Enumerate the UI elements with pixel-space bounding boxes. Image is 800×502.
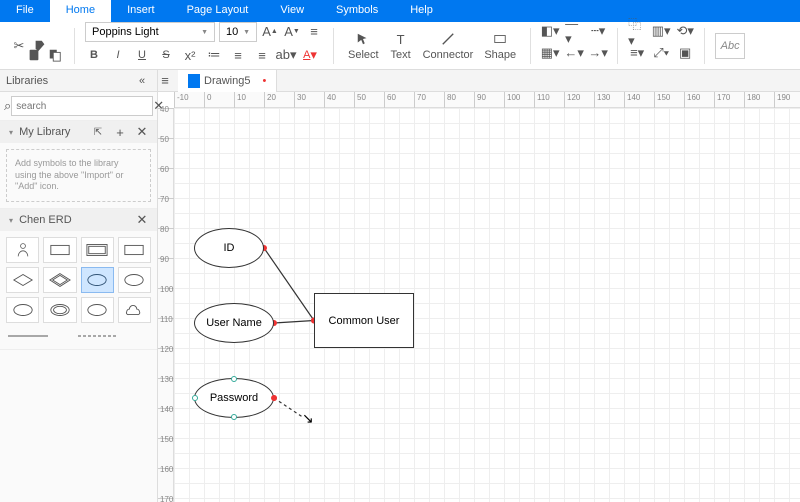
close-lib-icon[interactable]: ✕ xyxy=(133,123,151,141)
ruler-vertical: 405060708090100110120130140150160170 xyxy=(158,108,174,502)
text-tool[interactable]: TText xyxy=(386,30,416,61)
shape-key[interactable] xyxy=(81,297,114,323)
node-password[interactable]: Password xyxy=(194,378,274,418)
font-color-icon[interactable]: A▾ xyxy=(301,46,319,64)
ruler-horizontal: -100102030405060708090100110120130140150… xyxy=(174,92,800,108)
shape-derived[interactable] xyxy=(43,297,76,323)
import-icon[interactable]: ⇱ xyxy=(89,123,107,141)
shape-relationship[interactable] xyxy=(6,267,39,293)
numbering-icon[interactable]: ≡ xyxy=(229,46,247,64)
arrow-end-icon[interactable]: →▾ xyxy=(589,44,607,62)
font-size-select[interactable]: 10▼ xyxy=(219,22,257,42)
align-icon[interactable]: ≡ xyxy=(253,46,271,64)
document-icon xyxy=(188,74,200,88)
decrease-font-icon[interactable]: A▼ xyxy=(283,22,301,40)
chen-erd-header[interactable]: ▾ Chen ERD ✕ xyxy=(0,209,157,231)
sidebar: Libraries « ⌕ ✕ ▾ My Library ⇱ + ✕ Add s… xyxy=(0,70,158,502)
shape-dashed-line[interactable] xyxy=(78,333,118,339)
menu-home[interactable]: Home xyxy=(50,0,111,22)
my-library-header[interactable]: ▾ My Library ⇱ + ✕ xyxy=(0,121,157,143)
connector-tool[interactable]: Connector xyxy=(419,30,478,61)
text-icon: T xyxy=(390,30,412,48)
libraries-header: Libraries « xyxy=(0,70,157,92)
shape-icon xyxy=(489,30,511,48)
shape-entity[interactable] xyxy=(43,237,76,263)
add-symbol-icon[interactable]: + xyxy=(111,123,129,141)
center-icon[interactable]: ▣ xyxy=(676,44,694,62)
font-family-select[interactable]: Poppins Light▼ xyxy=(85,22,215,42)
node-username[interactable]: User Name xyxy=(194,303,274,343)
search-icon: ⌕ xyxy=(4,97,11,115)
library-hint: Add symbols to the library using the abo… xyxy=(6,149,151,202)
menu-bar: FileHomeInsertPage LayoutViewSymbolsHelp xyxy=(0,0,800,22)
canvas-area: ≡ Drawing5 • -10010203040506070809010011… xyxy=(158,70,800,502)
italic-icon[interactable]: I xyxy=(109,46,127,64)
menu-page-layout[interactable]: Page Layout xyxy=(171,0,265,22)
distribute-icon[interactable]: ≡▾ xyxy=(628,44,646,62)
line-dash-icon[interactable]: ┄▾ xyxy=(589,22,607,40)
collapse-sidebar-icon[interactable]: « xyxy=(133,72,151,90)
connector-icon xyxy=(437,30,459,48)
menu-file[interactable]: File xyxy=(0,0,50,22)
line-style-icon[interactable]: —▾ xyxy=(565,22,583,40)
select-tool[interactable]: Select xyxy=(344,30,383,61)
menu-insert[interactable]: Insert xyxy=(111,0,171,22)
tab-menu-icon[interactable]: ≡ xyxy=(158,72,172,90)
shape-cloud[interactable] xyxy=(118,297,151,323)
ribbon: ✂ Poppins Light▼ 10▼ A▲ A▼ ≡ B I U S x² … xyxy=(0,22,800,70)
modified-indicator: • xyxy=(262,75,266,87)
shape-weak-entity[interactable] xyxy=(81,237,114,263)
strike-icon[interactable]: S xyxy=(157,46,175,64)
bold-icon[interactable]: B xyxy=(85,46,103,64)
search-row: ⌕ ✕ xyxy=(0,92,157,121)
cursor-icon: ↘ xyxy=(302,410,314,427)
shape-attribute[interactable] xyxy=(81,267,114,293)
fill-icon[interactable]: ◧▾ xyxy=(541,22,559,40)
menu-help[interactable]: Help xyxy=(394,0,449,22)
shadow-icon[interactable]: ▦▾ xyxy=(541,44,559,62)
shape-multival[interactable] xyxy=(6,297,39,323)
style-preview[interactable]: Abc xyxy=(715,33,745,59)
shape-entity2[interactable] xyxy=(118,237,151,263)
rotate-icon[interactable]: ⟲▾ xyxy=(676,22,694,40)
copy-icon[interactable] xyxy=(46,46,64,64)
pointer-icon xyxy=(352,30,374,48)
node-id[interactable]: ID xyxy=(194,228,264,268)
size-icon[interactable]: ⤢▾ xyxy=(652,44,670,62)
underline-icon[interactable]: U xyxy=(133,46,151,64)
arrow-begin-icon[interactable]: ←▾ xyxy=(565,44,583,62)
group-icon[interactable]: ⿻▾ xyxy=(628,22,646,40)
shape-person[interactable] xyxy=(6,237,39,263)
chen-shape-grid xyxy=(0,231,157,329)
shape-weak-rel[interactable] xyxy=(43,267,76,293)
canvas[interactable]: ID User Name Password Common User ↘ xyxy=(174,108,800,502)
text-case-icon[interactable]: ab▾ xyxy=(277,46,295,64)
bullets-icon[interactable]: ≔ xyxy=(205,46,223,64)
search-input[interactable] xyxy=(11,96,153,116)
close-chen-icon[interactable]: ✕ xyxy=(133,211,151,229)
document-tab-bar: ≡ Drawing5 • xyxy=(158,70,800,92)
increase-font-icon[interactable]: A▲ xyxy=(261,22,279,40)
align-objects-icon[interactable]: ▥▾ xyxy=(652,22,670,40)
shape-line[interactable] xyxy=(8,333,48,339)
document-tab[interactable]: Drawing5 • xyxy=(178,70,277,92)
menu-view[interactable]: View xyxy=(264,0,320,22)
paste-icon[interactable] xyxy=(25,46,43,64)
superscript-icon[interactable]: x² xyxy=(181,46,199,64)
line-spacing-icon[interactable]: ≡ xyxy=(305,22,323,40)
node-common[interactable]: Common User xyxy=(314,293,414,348)
menu-symbols[interactable]: Symbols xyxy=(320,0,394,22)
shape-tool[interactable]: Shape xyxy=(480,30,520,61)
shape-attribute2[interactable] xyxy=(118,267,151,293)
